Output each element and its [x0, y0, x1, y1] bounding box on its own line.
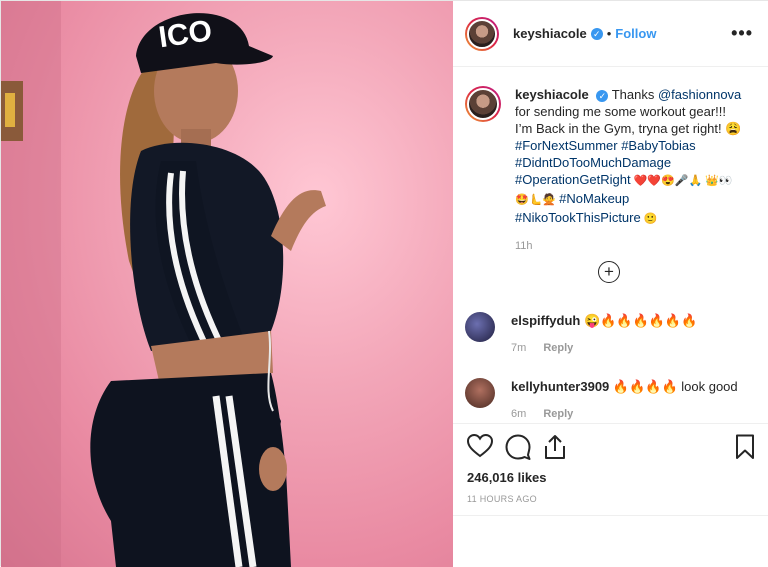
caption-avatar[interactable] [465, 86, 501, 122]
caption-body: keyshiacole ✓ Thanks @fashionnova for se… [515, 86, 745, 255]
post-photo-illustration: ICO [1, 1, 326, 567]
follow-button[interactable]: Follow [615, 26, 656, 41]
hashtag-link[interactable]: #OperationGetRight [515, 172, 631, 187]
hashtag-link[interactable]: #ForNextSummer [515, 138, 618, 153]
reply-button[interactable]: Reply [543, 408, 573, 420]
comment-meta: 7m Reply [511, 342, 697, 354]
comment-item: kellyhunter3909 🔥🔥🔥🔥 look good 6m Reply [465, 378, 757, 420]
hashtag-link[interactable]: #NikoTookThisPicture [515, 210, 641, 225]
author-avatar[interactable] [465, 16, 499, 51]
post-side-panel: keyshiacole ✓ • Follow ••• keyshiacole ✓… [453, 1, 768, 567]
verified-badge-icon: ✓ [596, 89, 609, 102]
caption-text: Thanks [611, 87, 658, 102]
instagram-post: ICO keyshiacole ✓ • Follow ••• keyshiaco… [0, 0, 768, 567]
bookmark-icon[interactable] [735, 434, 755, 460]
caption-username[interactable]: keyshiacole [515, 87, 589, 102]
comment-body: elspiffyduh 😜🔥🔥🔥🔥🔥🔥 7m Reply [511, 312, 697, 354]
hashtag-link[interactable]: #NoMakeup [559, 191, 629, 206]
comment-username[interactable]: kellyhunter3909 [511, 379, 609, 394]
post-photo[interactable]: ICO [1, 1, 453, 567]
comment-time[interactable]: 7m [511, 342, 526, 354]
mention-link[interactable]: @fashionnova [658, 87, 741, 102]
comment-body: kellyhunter3909 🔥🔥🔥🔥 look good 6m Reply [511, 378, 738, 420]
post-actions: 246,016 likes 11 HOURS AGO [453, 423, 768, 515]
load-more-comments-icon[interactable]: + [598, 261, 620, 283]
comment-content: 😜🔥🔥🔥🔥🔥🔥 [583, 313, 698, 328]
share-icon[interactable] [543, 434, 567, 460]
caption-text: for sending me some workout gear!!! I’m … [515, 104, 742, 136]
verified-badge-icon: ✓ [590, 27, 603, 40]
comment-time[interactable]: 6m [511, 408, 526, 420]
comment-meta: 6m Reply [511, 408, 738, 420]
comments-section[interactable]: keyshiacole ✓ Thanks @fashionnova for se… [453, 68, 768, 423]
hashtag-link[interactable]: #BabyTobias [621, 138, 695, 153]
add-comment-area[interactable] [453, 515, 768, 567]
comment-text: kellyhunter3909 🔥🔥🔥🔥 look good [511, 378, 738, 396]
author-username[interactable]: keyshiacole [513, 26, 587, 41]
separator-dot: • [606, 26, 612, 41]
post-caption: keyshiacole ✓ Thanks @fashionnova for se… [465, 86, 757, 255]
commenter-avatar[interactable] [465, 378, 495, 408]
comment-username[interactable]: elspiffyduh [511, 313, 580, 328]
like-count[interactable]: 246,016 likes [467, 470, 547, 485]
caption-time[interactable]: 11h [515, 238, 745, 255]
like-heart-icon[interactable] [467, 434, 493, 458]
caption-emoji: 🙂 [640, 213, 658, 225]
post-header: keyshiacole ✓ • Follow ••• [453, 1, 768, 67]
post-timestamp[interactable]: 11 HOURS AGO [467, 494, 537, 504]
commenter-avatar[interactable] [465, 312, 495, 342]
caption-emoji: ❤️❤️😍🎤🙏 [630, 175, 706, 187]
comment-content: 🔥🔥🔥🔥 look good [612, 379, 738, 394]
comment-item: elspiffyduh 😜🔥🔥🔥🔥🔥🔥 7m Reply [465, 312, 757, 354]
more-options-icon[interactable]: ••• [731, 23, 753, 44]
hashtag-link[interactable]: #DidntDoTooMuchDamage [515, 155, 671, 170]
comment-text: elspiffyduh 😜🔥🔥🔥🔥🔥🔥 [511, 312, 697, 330]
comment-bubble-icon[interactable] [505, 434, 531, 460]
reply-button[interactable]: Reply [543, 342, 573, 354]
